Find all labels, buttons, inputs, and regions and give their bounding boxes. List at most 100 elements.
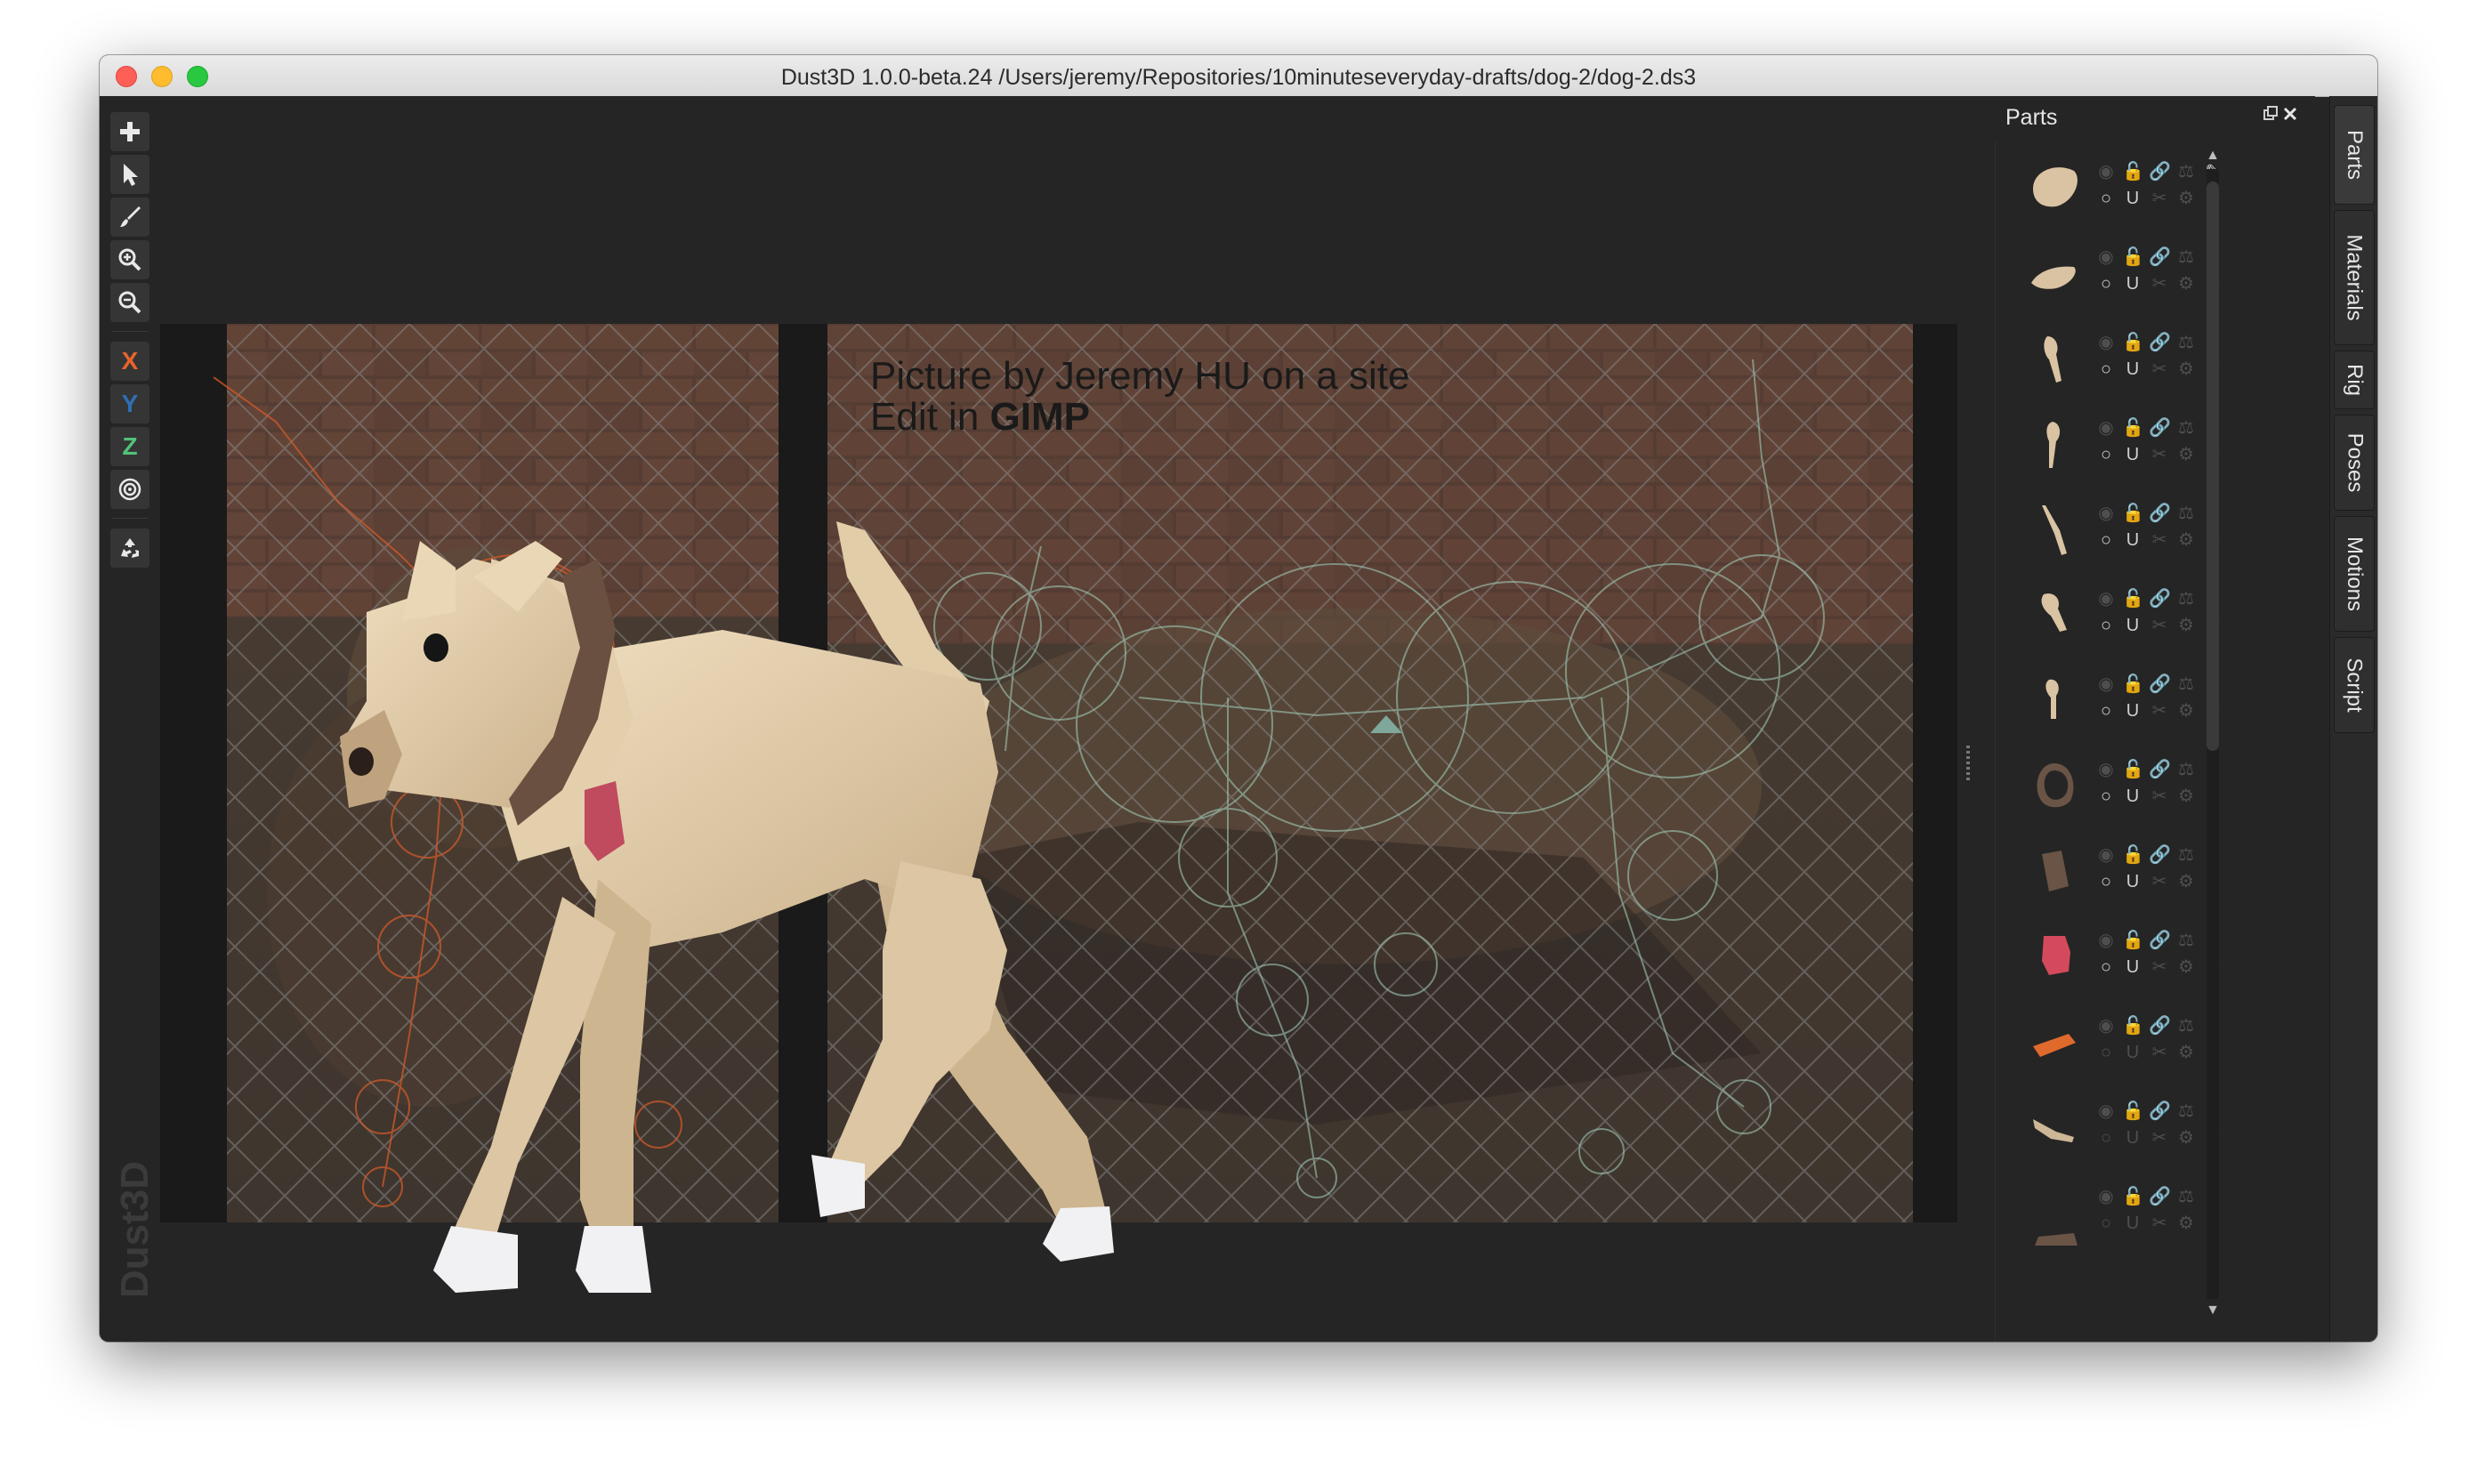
rotate-icon[interactable]: ⚙ xyxy=(2175,957,2197,977)
lock-icon[interactable]: 🔓 xyxy=(2122,418,2144,438)
symmetry-icon[interactable]: ⚖ xyxy=(2175,504,2197,523)
lock-icon[interactable]: 🔓 xyxy=(2122,1187,2144,1206)
magnet-icon[interactable]: U xyxy=(2122,786,2143,806)
xmirror-icon[interactable]: ✂ xyxy=(2149,1128,2170,1148)
tab-motions[interactable]: Motions xyxy=(2334,516,2375,632)
part-row-part-tag[interactable]: ◉🔓🔗⚖✎○U✂⚙☜ xyxy=(1996,909,2289,1005)
magnet-icon[interactable]: U xyxy=(2122,530,2143,550)
link-icon[interactable]: 🔗 xyxy=(2149,1187,2171,1206)
lock-icon[interactable]: 🔓 xyxy=(2122,589,2144,609)
symmetry-icon[interactable]: ⚖ xyxy=(2175,333,2197,352)
scroll-down-arrow-icon[interactable]: ▼ xyxy=(2203,1301,2223,1320)
xmirror-icon[interactable]: ✂ xyxy=(2149,445,2170,464)
panel-splitter-handle[interactable] xyxy=(1966,746,1970,781)
eye-icon[interactable]: ◉ xyxy=(2095,418,2117,438)
magnet-icon[interactable]: U xyxy=(2122,359,2143,379)
lock-icon[interactable]: 🔓 xyxy=(2122,760,2144,779)
xmirror-icon[interactable]: ✂ xyxy=(2149,616,2170,635)
lock-icon[interactable]: 🔓 xyxy=(2122,1101,2144,1121)
link-icon[interactable]: 🔗 xyxy=(2149,247,2171,267)
lock-icon[interactable]: 🔓 xyxy=(2122,674,2144,694)
part-row-part-more[interactable]: ◉🔓🔗⚖✎○U✂⚙☜ xyxy=(1996,1165,2289,1262)
eye-icon[interactable]: ◉ xyxy=(2095,589,2117,609)
link-icon[interactable]: 🔗 xyxy=(2149,931,2171,950)
part-row-part-collar[interactable]: ◉🔓🔗⚖✎○U✂⚙☜ xyxy=(1996,738,2289,835)
rotate-icon[interactable]: ⚙ xyxy=(2175,1043,2197,1062)
magnet-icon[interactable]: U xyxy=(2122,872,2143,891)
eye-icon[interactable]: ◉ xyxy=(2095,674,2117,694)
eye-icon[interactable]: ◉ xyxy=(2095,1101,2117,1121)
magnet-icon[interactable]: U xyxy=(2122,616,2143,635)
symmetry-icon[interactable]: ⚖ xyxy=(2175,589,2197,609)
paint-tool-button[interactable] xyxy=(110,198,149,237)
link-icon[interactable]: 🔗 xyxy=(2149,589,2171,609)
symmetry-icon[interactable]: ⚖ xyxy=(2175,674,2197,694)
symmetry-icon[interactable]: ⚖ xyxy=(2175,845,2197,865)
magnet-icon[interactable]: U xyxy=(2122,1043,2143,1062)
rotate-icon[interactable]: ⚙ xyxy=(2175,1214,2197,1233)
eye-icon[interactable]: ◉ xyxy=(2095,247,2117,267)
eye-icon[interactable]: ◉ xyxy=(2095,1016,2117,1036)
rotate-icon[interactable]: ⚙ xyxy=(2175,786,2197,806)
subdiv-icon[interactable]: ○ xyxy=(2095,957,2117,977)
part-thumbnail[interactable] xyxy=(2021,665,2088,733)
lock-icon[interactable]: 🔓 xyxy=(2122,931,2144,950)
xmirror-icon[interactable]: ✂ xyxy=(2149,359,2170,379)
lock-icon[interactable]: 🔓 xyxy=(2122,247,2144,267)
part-thumbnail[interactable] xyxy=(2021,922,2088,989)
rotate-icon[interactable]: ⚙ xyxy=(2175,1128,2197,1148)
part-row-part-block[interactable]: ◉🔓🔗⚖✎○U✂⚙☜ xyxy=(1996,824,2289,920)
link-icon[interactable]: 🔗 xyxy=(2149,333,2171,352)
rotate-icon[interactable]: ⚙ xyxy=(2175,445,2197,464)
zoom-out-button[interactable] xyxy=(110,283,149,322)
part-thumbnail[interactable] xyxy=(2021,324,2088,391)
xmirror-icon[interactable]: ✂ xyxy=(2149,189,2170,208)
modeling-canvas[interactable]: Picture by Jeremy HU on a site Edit in G… xyxy=(100,96,1995,1342)
rotate-icon[interactable]: ⚙ xyxy=(2175,701,2197,721)
lock-icon[interactable]: 🔓 xyxy=(2122,1016,2144,1036)
rotate-icon[interactable]: ⚙ xyxy=(2175,359,2197,379)
part-thumbnail[interactable] xyxy=(2021,495,2088,562)
subdiv-icon[interactable]: ○ xyxy=(2095,1128,2117,1148)
part-thumbnail[interactable] xyxy=(2021,836,2088,904)
rotate-icon[interactable]: ⚙ xyxy=(2175,616,2197,635)
subdiv-icon[interactable]: ○ xyxy=(2095,1214,2117,1233)
xmirror-icon[interactable]: ✂ xyxy=(2149,1214,2170,1233)
eye-icon[interactable]: ◉ xyxy=(2095,845,2117,865)
eye-icon[interactable]: ◉ xyxy=(2095,333,2117,352)
lock-icon[interactable]: 🔓 xyxy=(2122,845,2144,865)
magnet-icon[interactable]: U xyxy=(2122,1214,2143,1233)
y-axis-lock-button[interactable]: Y xyxy=(110,384,149,423)
part-row-part-head[interactable]: ◉🔓🔗⚖✎○U✂⚙☜ xyxy=(1996,226,2289,322)
part-row-part-leg-3[interactable]: ◉🔓🔗⚖✎○U✂⚙☜ xyxy=(1996,568,2289,664)
part-row-part-tail[interactable]: ◉🔓🔗⚖✎○U✂⚙☜ xyxy=(1996,482,2289,578)
subdiv-icon[interactable]: ○ xyxy=(2095,530,2117,550)
subdiv-icon[interactable]: ○ xyxy=(2095,701,2117,721)
parts-list[interactable]: ◉🔓🔗⚖✎○U✂⚙☜ ◉🔓🔗⚖✎○U✂⚙☜ ◉🔓🔗⚖✎○U✂⚙☜ ◉🔓🔗⚖✎○U✂⚙☜… xyxy=(1995,141,2298,1342)
part-thumbnail[interactable] xyxy=(2021,153,2088,221)
eye-icon[interactable]: ◉ xyxy=(2095,760,2117,779)
symmetry-icon[interactable]: ⚖ xyxy=(2175,1016,2197,1036)
link-icon[interactable]: 🔗 xyxy=(2149,760,2171,779)
undock-panel-button[interactable] xyxy=(2262,105,2279,123)
regenerate-mesh-button[interactable] xyxy=(110,528,149,568)
magnet-icon[interactable]: U xyxy=(2122,189,2143,208)
part-thumbnail[interactable] xyxy=(2021,1007,2088,1075)
part-thumbnail[interactable] xyxy=(2021,238,2088,306)
magnet-icon[interactable]: U xyxy=(2122,274,2143,294)
part-row-part-leg-1[interactable]: ◉🔓🔗⚖✎○U✂⚙☜ xyxy=(1996,311,2289,407)
add-node-button[interactable] xyxy=(110,112,149,151)
part-row-part-leg-2[interactable]: ◉🔓🔗⚖✎○U✂⚙☜ xyxy=(1996,397,2289,493)
xmirror-icon[interactable]: ✂ xyxy=(2149,1043,2170,1062)
subdiv-icon[interactable]: ○ xyxy=(2095,872,2117,891)
title-bar[interactable]: Dust3D 1.0.0-beta.24 /Users/jeremy/Repos… xyxy=(100,55,2377,97)
subdiv-icon[interactable]: ○ xyxy=(2095,1043,2117,1062)
magnet-icon[interactable]: U xyxy=(2122,445,2143,464)
part-row-part-ear[interactable]: ◉🔓🔗⚖✎○U✂⚙☜ xyxy=(1996,1080,2289,1176)
symmetry-icon[interactable]: ⚖ xyxy=(2175,247,2197,267)
part-row-part-leg-4[interactable]: ◉🔓🔗⚖✎○U✂⚙☜ xyxy=(1996,653,2289,749)
part-row-part-bone[interactable]: ◉🔓🔗⚖✎○U✂⚙☜ xyxy=(1996,995,2289,1091)
lock-icon[interactable]: 🔓 xyxy=(2122,162,2144,181)
symmetry-icon[interactable]: ⚖ xyxy=(2175,931,2197,950)
eye-icon[interactable]: ◉ xyxy=(2095,162,2117,181)
